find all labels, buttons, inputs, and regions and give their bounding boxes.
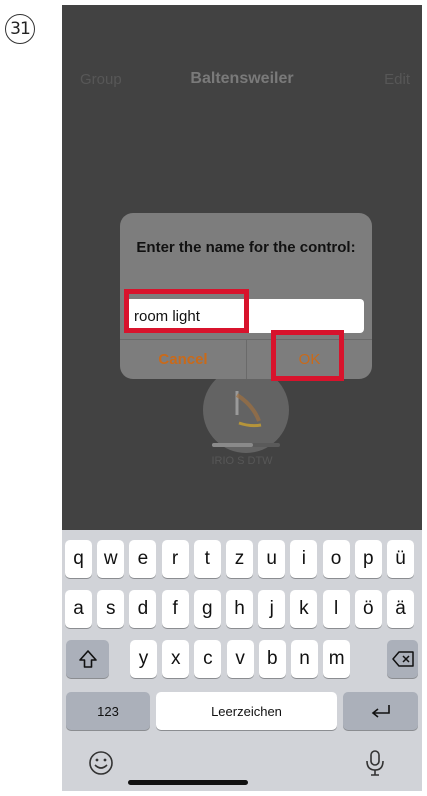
key-y[interactable]: y	[130, 640, 157, 678]
return-icon	[371, 705, 390, 718]
key-q[interactable]: q	[65, 540, 92, 578]
key-d[interactable]: d	[129, 590, 157, 628]
phone-screen: Group Baltensweiler Edit IRIO S DTW Ente…	[62, 5, 422, 791]
device-level-fill	[212, 443, 253, 447]
key-k[interactable]: k	[290, 590, 318, 628]
ok-highlight-box	[271, 330, 344, 381]
dialog-title: Enter the name for the control:	[136, 239, 356, 256]
backspace-key[interactable]	[387, 640, 418, 678]
device-level-bar[interactable]	[212, 443, 280, 447]
key-u[interactable]: u	[258, 540, 286, 578]
emoji-icon[interactable]	[88, 750, 114, 776]
key-v[interactable]: v	[226, 640, 254, 678]
backspace-icon	[391, 651, 414, 667]
key-p[interactable]: p	[354, 540, 382, 578]
key-ö[interactable]: ö	[354, 590, 382, 628]
key-ü[interactable]: ü	[387, 540, 414, 578]
key-n[interactable]: n	[291, 640, 318, 678]
shift-key[interactable]	[66, 640, 109, 678]
key-s[interactable]: s	[97, 590, 125, 628]
key-o[interactable]: o	[322, 540, 350, 578]
microphone-icon[interactable]	[364, 749, 386, 777]
key-ä[interactable]: ä	[387, 590, 414, 628]
return-key[interactable]	[343, 692, 418, 730]
key-w[interactable]: w	[97, 540, 125, 578]
page-title: Baltensweiler	[190, 70, 294, 87]
input-highlight-box	[124, 289, 249, 333]
key-c[interactable]: c	[194, 640, 222, 678]
step-number-badge: 31	[5, 14, 35, 44]
home-indicator	[128, 780, 248, 785]
shift-icon	[78, 650, 97, 668]
device-name-label: IRIO S DTW	[211, 455, 273, 467]
key-z[interactable]: z	[226, 540, 253, 578]
key-i[interactable]: i	[290, 540, 318, 578]
lamp-icon	[235, 391, 262, 428]
key-l[interactable]: l	[322, 590, 350, 628]
key-r[interactable]: r	[161, 540, 189, 578]
key-t[interactable]: t	[193, 540, 221, 578]
key-g[interactable]: g	[193, 590, 221, 628]
key-b[interactable]: b	[258, 640, 286, 678]
key-e[interactable]: e	[129, 540, 157, 578]
key-j[interactable]: j	[258, 590, 286, 628]
navigation-bar: Group Baltensweiler Edit	[62, 70, 422, 95]
edit-button[interactable]: Edit	[384, 71, 410, 88]
cancel-button[interactable]: Cancel	[120, 340, 246, 379]
key-m[interactable]: m	[323, 640, 351, 678]
numbers-key[interactable]: 123	[66, 692, 150, 730]
key-a[interactable]: a	[65, 590, 92, 628]
onscreen-keyboard: qwertzuiopü asdfghjklöä yxcvbnm 123 Leer…	[62, 530, 422, 791]
space-key[interactable]: Leerzeichen	[156, 692, 337, 730]
key-x[interactable]: x	[162, 640, 190, 678]
key-f[interactable]: f	[161, 590, 189, 628]
key-h[interactable]: h	[226, 590, 253, 628]
